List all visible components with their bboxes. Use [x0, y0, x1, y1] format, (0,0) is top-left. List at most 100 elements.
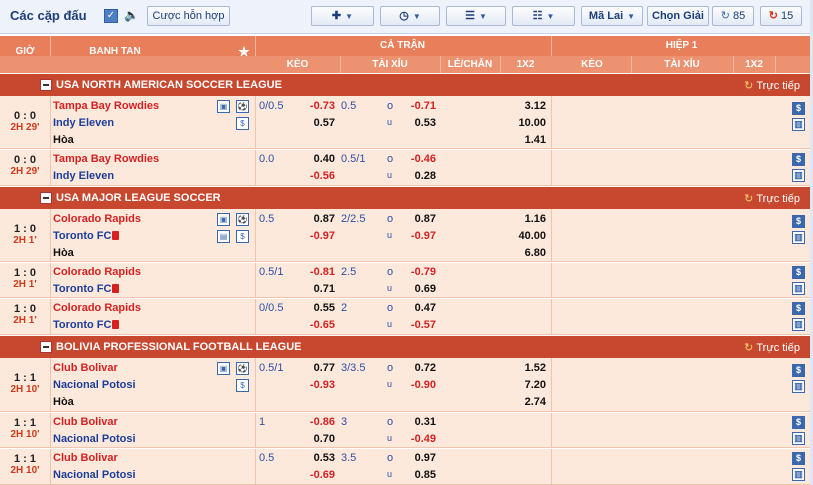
over-odds[interactable]: -0.46: [400, 153, 436, 165]
hdp-home-odds[interactable]: 0.55: [300, 302, 335, 314]
over-odds[interactable]: -0.79: [400, 266, 436, 278]
hdp-home-odds[interactable]: 0.53: [300, 452, 335, 464]
x12-home[interactable]: 3.12: [500, 100, 546, 112]
under-odds[interactable]: 0.85: [400, 469, 436, 481]
home-team[interactable]: Club Bolivar: [53, 362, 118, 374]
hdp-home-odds[interactable]: 0.87: [300, 213, 335, 225]
live-label[interactable]: ↻ Trực tiếp: [744, 79, 800, 92]
tv-icon[interactable]: ▣: [217, 213, 230, 226]
hdp-away-odds[interactable]: -0.97: [300, 230, 335, 242]
view-dropdown[interactable]: ☷ ▼: [512, 6, 575, 26]
dollar-icon[interactable]: $: [792, 153, 805, 166]
away-team[interactable]: Nacional Potosi: [53, 433, 136, 445]
away-team[interactable]: Nacional Potosi: [53, 469, 136, 481]
under-odds[interactable]: -0.57: [400, 319, 436, 331]
checkbox-icon[interactable]: ✓: [104, 9, 118, 23]
odds-type-dropdown[interactable]: Mã Lai ▼: [581, 6, 643, 26]
hdp-away-odds[interactable]: -0.65: [300, 319, 335, 331]
hdp-away-odds[interactable]: -0.93: [300, 379, 335, 391]
under-odds[interactable]: -0.49: [400, 433, 436, 445]
dollar-icon[interactable]: $: [792, 102, 805, 115]
hdp-home-odds[interactable]: -0.73: [300, 100, 335, 112]
chart-icon[interactable]: ▥: [792, 231, 805, 244]
stats-field-icon[interactable]: ⚽: [236, 100, 249, 113]
over-odds[interactable]: 0.47: [400, 302, 436, 314]
home-team[interactable]: Club Bolivar: [53, 452, 118, 464]
x12-draw[interactable]: 1.41: [500, 134, 546, 146]
x12-away[interactable]: 10.00: [500, 117, 546, 129]
hdp-home-odds[interactable]: 0.40: [300, 153, 335, 165]
home-team[interactable]: Colorado Rapids: [53, 302, 141, 314]
live-label[interactable]: ↻ Trực tiếp: [744, 341, 800, 354]
hdp-home-odds[interactable]: -0.86: [300, 416, 335, 428]
chart-icon[interactable]: ▥: [792, 318, 805, 331]
money-icon[interactable]: $: [236, 379, 249, 392]
away-team[interactable]: Indy Eleven: [53, 170, 114, 182]
home-team[interactable]: Tampa Bay Rowdies: [53, 100, 159, 112]
home-team[interactable]: Colorado Rapids: [53, 213, 141, 225]
chart-icon[interactable]: ▥: [792, 118, 805, 131]
money-icon[interactable]: $: [236, 230, 249, 243]
live-stream-icon[interactable]: ▤: [217, 230, 230, 243]
hdp-away-odds[interactable]: 0.70: [300, 433, 335, 445]
hdp-home-odds[interactable]: -0.81: [300, 266, 335, 278]
time-dropdown[interactable]: ◷ ▼: [380, 6, 440, 26]
under-odds[interactable]: 0.53: [400, 117, 436, 129]
x12-draw[interactable]: 6.80: [500, 247, 546, 259]
dollar-icon[interactable]: $: [792, 416, 805, 429]
x12-away[interactable]: 40.00: [500, 230, 546, 242]
choose-league-button[interactable]: Chọn Giải: [647, 6, 709, 26]
dollar-icon[interactable]: $: [792, 302, 805, 315]
over-odds[interactable]: 0.72: [400, 362, 436, 374]
stats-field-icon[interactable]: ⚽: [236, 213, 249, 226]
away-team[interactable]: Toronto FC: [53, 230, 120, 242]
league-header[interactable]: USA NORTH AMERICAN SOCCER LEAGUE ↻ Trực t…: [0, 74, 810, 96]
hdp-away-odds[interactable]: 0.57: [300, 117, 335, 129]
collapse-icon[interactable]: [40, 341, 52, 353]
chart-icon[interactable]: ▥: [792, 380, 805, 393]
over-odds[interactable]: -0.71: [400, 100, 436, 112]
chart-icon[interactable]: ▥: [792, 468, 805, 481]
under-odds[interactable]: 0.28: [400, 170, 436, 182]
parlay-button[interactable]: Cược hỗn hợp: [147, 6, 230, 26]
hdp-away-odds[interactable]: 0.71: [300, 283, 335, 295]
home-team[interactable]: Tampa Bay Rowdies: [53, 153, 159, 165]
money-icon[interactable]: $: [236, 117, 249, 130]
hdp-away-odds[interactable]: -0.56: [300, 170, 335, 182]
chart-icon[interactable]: ▥: [792, 432, 805, 445]
collapse-icon[interactable]: [40, 192, 52, 204]
over-odds[interactable]: 0.31: [400, 416, 436, 428]
refresh-button-a[interactable]: ↻ 85: [712, 6, 754, 26]
add-dropdown[interactable]: ✚ ▼: [311, 6, 374, 26]
away-team[interactable]: Nacional Potosi: [53, 379, 136, 391]
chart-icon[interactable]: ▥: [792, 282, 805, 295]
chart-icon[interactable]: ▥: [792, 169, 805, 182]
home-team[interactable]: Colorado Rapids: [53, 266, 141, 278]
dollar-icon[interactable]: $: [792, 452, 805, 465]
hdp-home-odds[interactable]: 0.77: [300, 362, 335, 374]
over-odds[interactable]: 0.87: [400, 213, 436, 225]
away-team[interactable]: Toronto FC: [53, 319, 120, 331]
league-header[interactable]: USA MAJOR LEAGUE SOCCER ↻ Trực tiếp: [0, 187, 810, 209]
over-odds[interactable]: 0.97: [400, 452, 436, 464]
sound-mute-icon[interactable]: 🔈: [124, 8, 142, 24]
tv-icon[interactable]: ▣: [217, 100, 230, 113]
x12-away[interactable]: 7.20: [500, 379, 546, 391]
away-team[interactable]: Toronto FC: [53, 283, 120, 295]
collapse-icon[interactable]: [40, 79, 52, 91]
dollar-icon[interactable]: $: [792, 215, 805, 228]
under-odds[interactable]: 0.69: [400, 283, 436, 295]
x12-home[interactable]: 1.52: [500, 362, 546, 374]
live-label[interactable]: ↻ Trực tiếp: [744, 192, 800, 205]
away-team[interactable]: Indy Eleven: [53, 117, 114, 129]
league-header[interactable]: BOLIVIA PROFESSIONAL FOOTBALL LEAGUE ↻ Tr…: [0, 336, 810, 358]
x12-home[interactable]: 1.16: [500, 213, 546, 225]
dollar-icon[interactable]: $: [792, 266, 805, 279]
home-team[interactable]: Club Bolivar: [53, 416, 118, 428]
dollar-icon[interactable]: $: [792, 364, 805, 377]
under-odds[interactable]: -0.97: [400, 230, 436, 242]
stats-field-icon[interactable]: ⚽: [236, 362, 249, 375]
x12-draw[interactable]: 2.74: [500, 396, 546, 408]
tv-icon[interactable]: ▣: [217, 362, 230, 375]
hdp-away-odds[interactable]: -0.69: [300, 469, 335, 481]
